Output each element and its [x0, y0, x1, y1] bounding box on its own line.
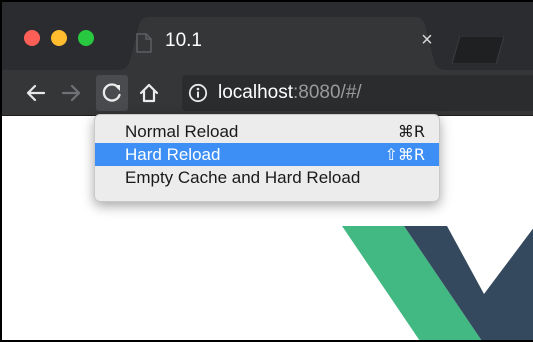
menu-item-label: Normal Reload	[125, 122, 239, 141]
arrow-right-icon[interactable]	[55, 77, 87, 109]
reload-context-menu: Normal Reload ⌘R Hard Reload ⇧⌘R Empty C…	[94, 114, 440, 202]
menu-item-hard-reload[interactable]: Hard Reload ⇧⌘R	[95, 143, 439, 166]
minimize-window-button[interactable]	[51, 30, 67, 46]
maximize-window-button[interactable]	[78, 30, 94, 46]
tab-close-icon[interactable]: ×	[416, 29, 438, 51]
page-icon	[136, 33, 152, 53]
toolbar: localhost:8080/#/	[2, 70, 533, 116]
close-window-button[interactable]	[24, 30, 40, 46]
url-path: :8080/#/	[293, 82, 362, 103]
menu-item-label: Hard Reload	[125, 145, 221, 164]
info-icon[interactable]	[188, 83, 208, 103]
url-host: localhost	[218, 82, 293, 103]
reload-icon	[102, 83, 121, 102]
arrow-left-icon[interactable]	[20, 77, 52, 109]
address-bar[interactable]: localhost:8080/#/	[182, 75, 533, 111]
reload-button[interactable]	[96, 75, 128, 111]
menu-item-shortcut: ⇧⌘R	[384, 145, 425, 164]
new-tab-button[interactable]	[452, 36, 504, 64]
menu-item-empty-cache-hard-reload[interactable]: Empty Cache and Hard Reload	[95, 166, 439, 189]
menu-item-label: Empty Cache and Hard Reload	[125, 168, 361, 187]
menu-item-shortcut: ⌘R	[397, 122, 425, 141]
url-text: localhost:8080/#/	[218, 81, 362, 105]
browser-window: 10.1 × localhost:8080/#/ Normal Reload ⌘…	[0, 0, 533, 342]
home-icon[interactable]	[133, 77, 165, 109]
menu-item-normal-reload[interactable]: Normal Reload ⌘R	[95, 120, 439, 143]
title-bar: 10.1 ×	[2, 2, 533, 70]
tab-title: 10.1	[165, 30, 202, 51]
